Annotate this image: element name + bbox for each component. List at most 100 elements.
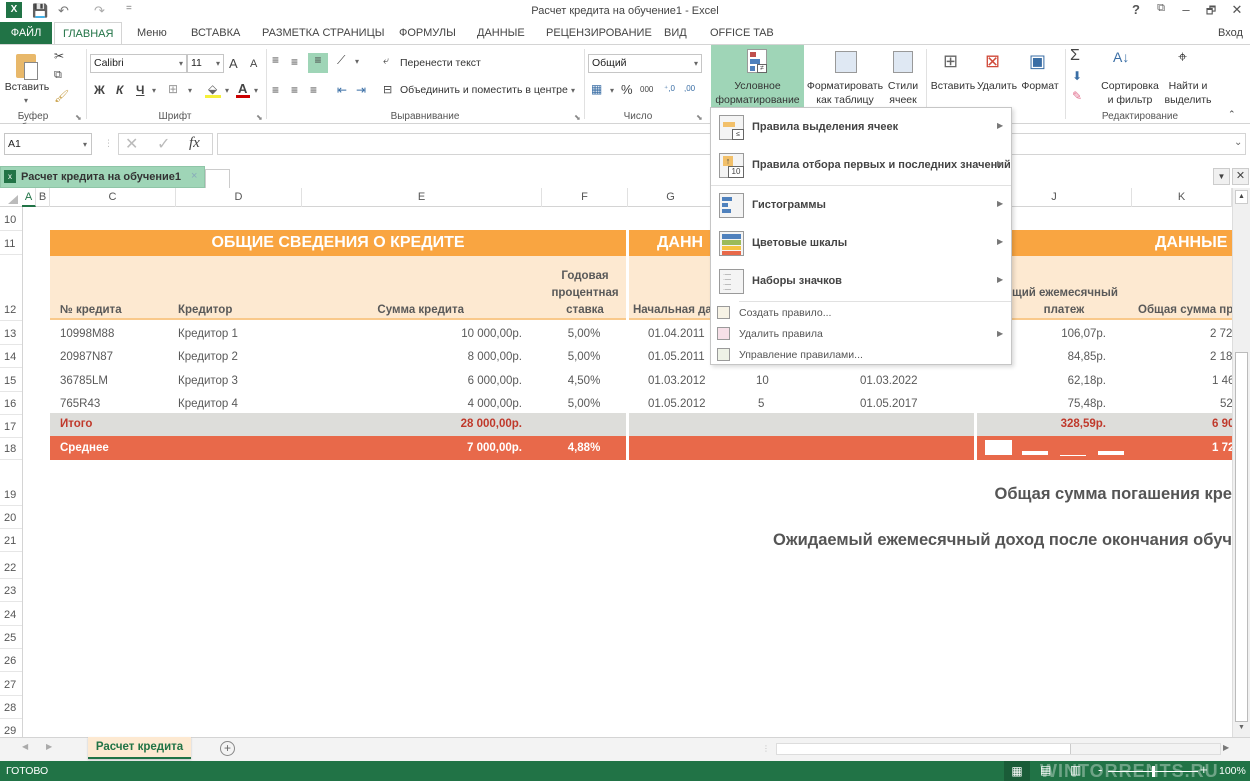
cell-total[interactable]: 2 18 [1210, 351, 1232, 363]
cell-years[interactable]: 10 [756, 375, 769, 387]
cell-amount[interactable]: 6 000,00р. [302, 375, 522, 387]
summary-total-repayment[interactable]: Общая сумма погашения кре [700, 485, 1233, 504]
decrease-decimal-icon[interactable]: ,00 [684, 84, 695, 93]
scroll-right-icon[interactable]: ▶ [1223, 743, 1229, 752]
row-header[interactable]: 27 [0, 679, 22, 691]
tab-file[interactable]: ФАЙЛ [0, 22, 52, 44]
row-header[interactable]: 14 [0, 351, 22, 363]
wrap-text-icon[interactable]: ⤶ [383, 55, 389, 68]
tab-insert[interactable]: ВСТАВКА [183, 22, 248, 44]
menu-item-color-scales[interactable]: Цветовые шкалы ▶ [711, 224, 1011, 262]
tab-data[interactable]: ДАННЫЕ [469, 22, 533, 44]
column-header-d[interactable]: D [176, 188, 302, 207]
insert-function-icon[interactable]: fx [189, 135, 200, 152]
header-amount[interactable]: Сумма кредита [302, 304, 464, 316]
font-name-input[interactable]: Calibri ▾ [90, 54, 187, 73]
alignment-launcher-icon[interactable]: ⬊ [574, 113, 581, 122]
name-box[interactable]: A1 ▾ [4, 133, 92, 155]
cell-years[interactable]: 5 [758, 398, 764, 410]
drag-handle-icon[interactable]: ⋮ [104, 138, 113, 149]
average-amount[interactable]: 7 000,00р. [302, 442, 522, 454]
conditional-formatting-button[interactable]: ≠ Условное форматирование [711, 45, 804, 107]
header-rate-line3[interactable]: ставка [542, 304, 628, 316]
tab-menu[interactable]: Меню [129, 22, 175, 44]
accounting-dropdown-icon[interactable]: ▾ [610, 86, 614, 95]
underline-button[interactable]: Ч [136, 83, 144, 97]
cell-styles-label-1[interactable]: Стили [883, 80, 923, 93]
row-header[interactable]: 21 [0, 535, 22, 547]
menu-item-manage-rules[interactable]: Управление правилами... [711, 345, 1011, 366]
cancel-icon[interactable]: ✕ [125, 134, 138, 154]
column-header-k[interactable]: K [1132, 188, 1232, 207]
format-painter-icon[interactable]: 🖌 [54, 89, 69, 103]
average-label[interactable]: Среднее [60, 442, 109, 454]
percent-button[interactable]: % [621, 82, 633, 97]
row-header[interactable]: 11 [0, 238, 22, 250]
find-select-icon[interactable]: ⌖ [1178, 49, 1187, 67]
cell-lender[interactable]: Кредитор 2 [178, 351, 238, 363]
add-sheet-icon[interactable]: + [220, 741, 235, 756]
format-as-table-label-2[interactable]: как таблицу [805, 94, 885, 107]
header-start-date[interactable]: Начальная дат [633, 304, 711, 316]
tab-home[interactable]: ГЛАВНАЯ [54, 22, 123, 45]
tab-list-dropdown-icon[interactable]: ▼ [1213, 168, 1230, 185]
row-header[interactable]: 10 [0, 214, 22, 226]
header-monthly-line2[interactable]: платеж [1012, 304, 1116, 316]
cell-lender[interactable]: Кредитор 3 [178, 375, 238, 387]
decrease-indent-icon[interactable]: ⇤ [337, 83, 347, 97]
cell-total[interactable]: 2 72 [1132, 328, 1232, 340]
cell-amount[interactable]: 10 000,00р. [302, 328, 522, 340]
cell-rate[interactable]: 5,00% [542, 398, 626, 410]
merge-center-icon[interactable]: ⊟ [383, 83, 392, 96]
clipboard-launcher-icon[interactable]: ⬊ [75, 113, 82, 122]
number-format-select[interactable]: Общий ▾ [588, 54, 702, 73]
menu-item-clear-rules[interactable]: Удалить правила ▶ [711, 324, 1011, 345]
cell-rate[interactable]: 4,50% [542, 375, 626, 387]
cell-loan-no[interactable]: 10998M88 [60, 328, 114, 340]
cell-rate[interactable]: 5,00% [542, 328, 626, 340]
cell-styles-icon[interactable] [893, 51, 913, 73]
vertical-scroll-thumb[interactable] [1235, 352, 1248, 722]
format-cells-icon[interactable]: ▣ [1029, 51, 1046, 72]
column-header-e[interactable]: E [302, 188, 542, 207]
align-center-icon[interactable]: ≡ [291, 83, 298, 97]
cut-icon[interactable]: ✂ [54, 49, 64, 63]
cell-monthly[interactable]: 75,48р. [976, 398, 1106, 410]
scroll-up-icon[interactable]: ▲ [1235, 190, 1248, 204]
prev-sheet-icon[interactable]: ◀ [22, 742, 28, 751]
row-header[interactable]: 19 [0, 489, 22, 501]
paste-icon[interactable] [14, 50, 40, 82]
row-header[interactable]: 24 [0, 609, 22, 621]
row-header[interactable]: 18 [0, 443, 22, 455]
increase-decimal-icon[interactable]: ⁺,0 [664, 84, 675, 93]
align-left-icon[interactable]: ≡ [272, 83, 279, 97]
row-header[interactable]: 15 [0, 375, 22, 387]
merge-dropdown-icon[interactable]: ▾ [571, 86, 575, 95]
menu-item-top-bottom-rules[interactable]: ↑ 10 Правила отбора первых и последних зн… [711, 146, 1011, 184]
cell-lender[interactable]: Кредитор 4 [178, 398, 238, 410]
new-tab-button[interactable] [205, 169, 230, 188]
font-size-input[interactable]: 11 ▾ [187, 54, 224, 73]
row-header[interactable]: 28 [0, 702, 22, 714]
tab-review[interactable]: РЕЦЕНЗИРОВАНИЕ [538, 22, 660, 44]
find-select-label-1[interactable]: Найти и [1160, 80, 1216, 93]
normal-view-icon[interactable]: ▦ [1004, 761, 1030, 781]
cell-start[interactable]: 01.05.2012 [648, 398, 706, 410]
select-all-icon[interactable] [8, 195, 18, 204]
row-header[interactable]: 22 [0, 562, 22, 574]
merge-center-button[interactable]: Объединить и поместить в центре [400, 84, 568, 97]
column-header-f[interactable]: F [542, 188, 628, 207]
header-monthly-line1[interactable]: щий ежемесячный [1012, 287, 1132, 299]
collapse-ribbon-icon[interactable]: ⌃ [1228, 109, 1236, 120]
cell-end[interactable]: 01.05.2017 [860, 398, 918, 410]
header-rate-line1[interactable]: Годовая [542, 270, 628, 282]
shrink-font-icon[interactable]: A [250, 58, 257, 70]
sheet-tab-active[interactable]: Расчет кредита [88, 737, 191, 759]
next-sheet-icon[interactable]: ▶ [46, 742, 52, 751]
orientation-icon[interactable]: ⟋ [337, 53, 345, 68]
orientation-dropdown-icon[interactable]: ▾ [355, 57, 359, 66]
header-total[interactable]: Общая сумма пр [1138, 304, 1232, 316]
row-header[interactable]: 23 [0, 585, 22, 597]
cell-styles-label-2[interactable]: ячеек [883, 94, 923, 107]
row-header[interactable]: 12 [0, 304, 22, 316]
